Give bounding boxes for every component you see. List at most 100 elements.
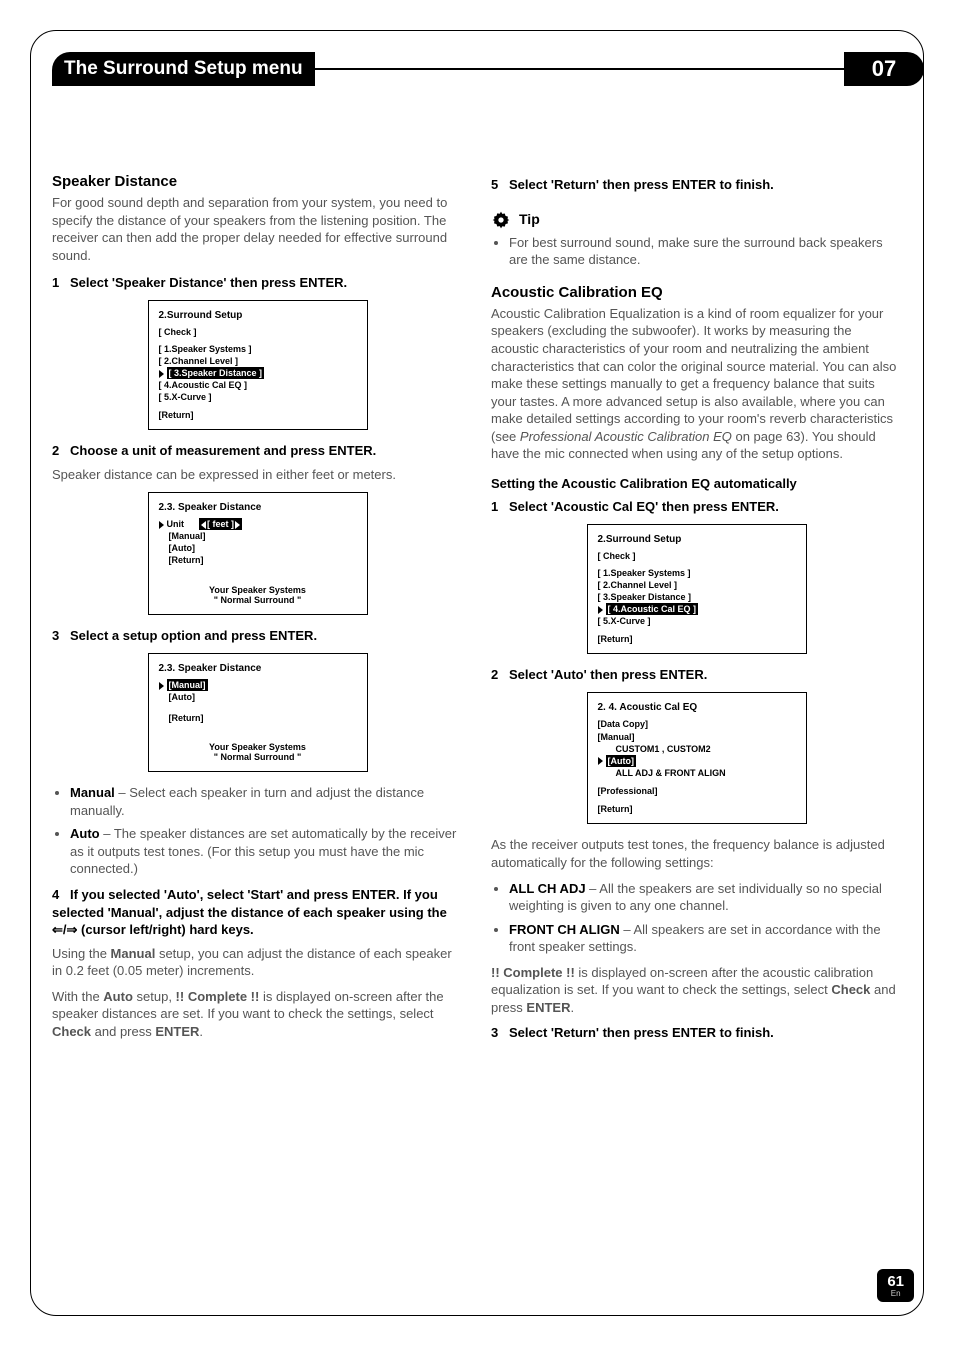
right-column: 5Select 'Return' then press ENTER to fin…	[491, 170, 902, 1048]
osd-item: [ 5.X-Curve ]	[159, 391, 357, 403]
osd-return: [Return]	[159, 712, 357, 724]
osd-title: 2.Surround Setup	[598, 533, 796, 547]
step-2-body: Speaker distance can be expressed in eit…	[52, 466, 463, 484]
list-item: ALL CH ADJ – All the speakers are set in…	[509, 880, 902, 915]
osd-item: [ 4.Acoustic Cal EQ ]	[598, 603, 796, 615]
osd-sys-line1: Your Speaker Systems	[159, 742, 357, 753]
osd-item: [Return]	[159, 554, 357, 566]
chapter-header: The Surround Setup menu 07	[52, 52, 902, 86]
step-2-text: Choose a unit of measurement and press E…	[70, 443, 376, 458]
osd-unit-label: Unit	[167, 519, 185, 529]
complete-text: !! Complete !! is displayed on-screen af…	[491, 964, 902, 1017]
osd-sys-line2: " Normal Surround "	[159, 595, 357, 606]
osd-unit-value: [ feet ]	[199, 518, 242, 530]
osd-item: [ 2.Channel Level ]	[598, 579, 796, 591]
tip-bullets: For best surround sound, make sure the s…	[491, 234, 902, 269]
step-1: 1Select 'Speaker Distance' then press EN…	[52, 274, 463, 292]
osd-unit-row: Unit [ feet ]	[159, 518, 357, 530]
osd-item: [Auto]	[159, 691, 357, 703]
intro-text: For good sound depth and separation from…	[52, 194, 463, 264]
after-screens-text: As the receiver outputs test tones, the …	[491, 836, 902, 871]
page-number-badge: 61 En	[877, 1269, 914, 1302]
osd-item: [ 3.Speaker Distance ]	[598, 591, 796, 603]
osd-item-highlighted: [Manual]	[167, 679, 208, 691]
r-step-2-text: Select 'Auto' then press ENTER.	[509, 667, 707, 682]
text: With the	[52, 989, 103, 1004]
osd-item: [ 4.Acoustic Cal EQ ]	[159, 379, 357, 391]
right-arrow-icon	[234, 519, 240, 529]
italic-text: Professional Acoustic Calibration EQ	[520, 429, 732, 444]
step-5-text: Select 'Return' then press ENTER to fini…	[509, 177, 774, 192]
osd-title: 2.Surround Setup	[159, 309, 357, 323]
osd-item: [ 1.Speaker Systems ]	[159, 343, 357, 355]
acoustic-intro: Acoustic Calibration Equalization is a k…	[491, 305, 902, 463]
osd-item: [Manual]	[598, 731, 796, 743]
step-1-text: Select 'Speaker Distance' then press ENT…	[70, 275, 347, 290]
bold-text: Check	[831, 982, 870, 997]
section-heading-speaker-distance: Speaker Distance	[52, 172, 463, 192]
r-step-1-text: Select 'Acoustic Cal EQ' then press ENTE…	[509, 499, 779, 514]
step-4-body-a: Using the Manual setup, you can adjust t…	[52, 945, 463, 980]
step-3-text: Select a setup option and press ENTER.	[70, 628, 317, 643]
bullet-term: Manual	[70, 785, 115, 800]
list-item: For best surround sound, make sure the s…	[509, 234, 902, 269]
bullet-desc: – The speaker distances are set automati…	[70, 826, 456, 876]
osd-item: [Manual]	[159, 679, 357, 691]
osd-item: [Professional]	[598, 785, 796, 797]
list-item: Auto – The speaker distances are set aut…	[70, 825, 463, 878]
bullet-term: Auto	[70, 826, 100, 841]
bold-text: ENTER	[155, 1024, 199, 1039]
chapter-number-badge: 07	[844, 52, 924, 86]
osd-title: 2.3. Speaker Distance	[159, 662, 357, 676]
osd-check: [ Check ]	[159, 326, 357, 338]
osd-item-highlighted: [Auto]	[606, 755, 637, 767]
r-step-3: 3Select 'Return' then press ENTER to fin…	[491, 1024, 902, 1042]
osd-return: [Return]	[159, 409, 357, 421]
bullet-term: ALL CH ADJ	[509, 881, 586, 896]
bold-text: Manual	[111, 946, 156, 961]
cursor-icon	[598, 755, 606, 767]
left-column: Speaker Distance For good sound depth an…	[52, 170, 463, 1048]
step-2: 2Choose a unit of measurement and press …	[52, 442, 463, 460]
osd-item: [ 1.Speaker Systems ]	[598, 567, 796, 579]
step-4-body-b: With the Auto setup, !! Complete !! is d…	[52, 988, 463, 1041]
bullet-term: FRONT CH ALIGN	[509, 922, 620, 937]
osd-item: [ 5.X-Curve ]	[598, 615, 796, 627]
header-rule	[315, 68, 844, 70]
osd-return: [Return]	[598, 803, 796, 815]
osd-screen-speaker-distance-unit: 2.3. Speaker Distance Unit [ feet ] [Man…	[148, 492, 368, 616]
step-4-text: If you selected 'Auto', select 'Start' a…	[52, 887, 447, 937]
osd-item: ALL ADJ & FRONT ALIGN	[598, 767, 796, 779]
osd-title: 2.3. Speaker Distance	[159, 501, 357, 515]
text: .	[199, 1024, 203, 1039]
osd-item: [Manual]	[159, 530, 357, 542]
bold-text: Auto	[103, 989, 133, 1004]
step-5: 5Select 'Return' then press ENTER to fin…	[491, 176, 902, 194]
osd-item: [Auto]	[159, 542, 357, 554]
cursor-icon	[159, 518, 167, 530]
osd-item: [Data Copy]	[598, 718, 796, 730]
sub-heading-auto-eq: Setting the Acoustic Calibration EQ auto…	[491, 475, 902, 493]
option-bullets: Manual – Select each speaker in turn and…	[52, 784, 463, 878]
r-step-3-text: Select 'Return' then press ENTER to fini…	[509, 1025, 774, 1040]
text: .	[570, 1000, 574, 1015]
text: setup,	[133, 989, 176, 1004]
osd-item-highlighted: [ 4.Acoustic Cal EQ ]	[606, 603, 699, 615]
osd-screen-speaker-distance-option: 2.3. Speaker Distance [Manual] [Auto] [R…	[148, 653, 368, 773]
text: and press	[91, 1024, 155, 1039]
osd-return: [Return]	[598, 633, 796, 645]
page-lang: En	[887, 1289, 904, 1298]
bold-text: !! Complete !!	[176, 989, 260, 1004]
section-heading-acoustic-eq: Acoustic Calibration EQ	[491, 283, 902, 303]
osd-speaker-systems: Your Speaker Systems " Normal Surround "	[159, 742, 357, 764]
page-number: 61	[887, 1273, 904, 1290]
text: Using the	[52, 946, 111, 961]
tip-text: For best surround sound, make sure the s…	[509, 235, 883, 268]
cursor-icon	[159, 679, 167, 691]
osd-item: [ 3.Speaker Distance ]	[159, 367, 357, 379]
osd-unit-value-text: [ feet ]	[207, 519, 234, 529]
r-step-2: 2Select 'Auto' then press ENTER.	[491, 666, 902, 684]
eq-bullets: ALL CH ADJ – All the speakers are set in…	[491, 880, 902, 956]
bold-text: !! Complete !!	[491, 965, 575, 980]
osd-sys-line1: Your Speaker Systems	[159, 585, 357, 596]
